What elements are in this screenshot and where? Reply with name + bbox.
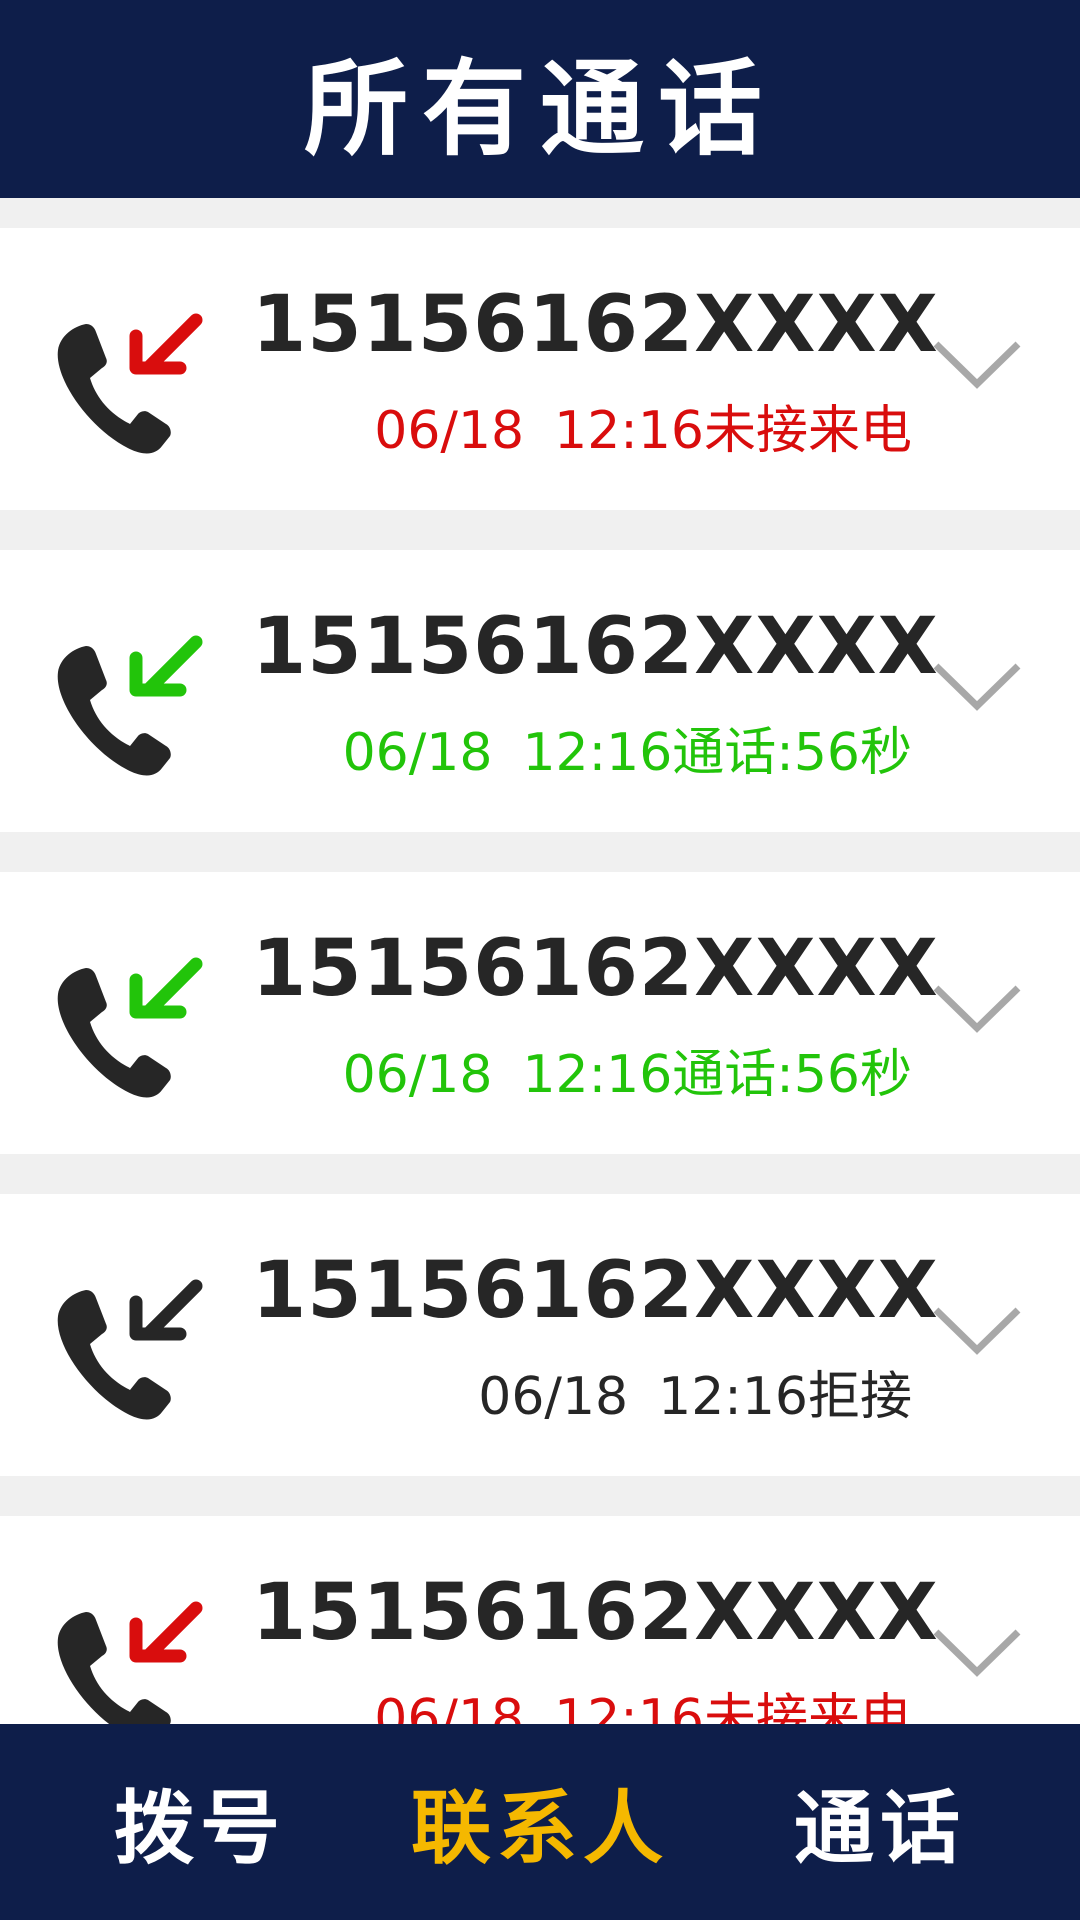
call-log-item[interactable]: 15156162XXXX 06/18 12:16拒接 [0,1194,1080,1476]
chevron-down-icon[interactable] [932,658,1022,718]
tab-dial[interactable]: 拨号 [80,1724,320,1920]
app-header: 所有通话 [0,0,1080,198]
phone-number: 15156162XXXX [252,924,939,1014]
call-details: 06/18 12:16通话:56秒 [343,710,912,785]
call-time: 12:16 [522,723,673,783]
call-log-list[interactable]: 15156162XXXX 06/18 12:16未接来电 15156162XXXX… [0,198,1080,1724]
call-log-item[interactable]: 15156162XXXX 06/18 12:16通话:56秒 [0,550,1080,832]
phone-number: 15156162XXXX [252,280,939,370]
call-date: 06/18 [374,1689,525,1724]
call-log-item[interactable]: 15156162XXXX 06/18 12:16未接来电 [0,228,1080,510]
phone-incoming-icon [57,1279,203,1420]
phone-number: 15156162XXXX [252,1568,939,1658]
chevron-down-icon[interactable] [932,1624,1022,1684]
incoming-call-arrow-icon [129,1279,203,1341]
phone-number: 15156162XXXX [252,602,939,692]
chevron-down-icon[interactable] [932,336,1022,396]
call-details: 06/18 12:16未接来电 [374,1676,912,1724]
call-date: 06/18 [478,1367,629,1427]
phone-incoming-icon [57,635,203,776]
call-details: 06/18 12:16拒接 [478,1354,912,1429]
incoming-call-arrow-icon [129,957,203,1019]
incoming-call-arrow-icon [129,635,203,697]
call-log-item[interactable]: 15156162XXXX 06/18 12:16通话:56秒 [0,872,1080,1154]
incoming-call-arrow-icon [129,1601,203,1663]
call-status: 通话:56秒 [672,1045,912,1105]
call-status: 拒接 [807,1367,912,1427]
tab-contacts[interactable]: 联系人 [400,1724,680,1920]
call-status: 通话:56秒 [672,723,912,783]
page-title: 所有通话 [303,47,776,170]
chevron-down-icon[interactable] [932,1302,1022,1362]
call-date: 06/18 [342,723,493,783]
call-time: 12:16 [522,1045,673,1105]
chevron-down-icon[interactable] [932,980,1022,1040]
phone-incoming-icon [57,957,203,1098]
call-status: 未接来电 [703,401,912,461]
incoming-call-arrow-icon [129,313,203,375]
call-time: 12:16 [658,1367,808,1427]
bottom-nav: 拨号 联系人 通话 [0,1724,1080,1920]
call-time: 12:16 [554,1689,704,1724]
phone-incoming-icon [57,313,203,454]
call-status: 未接来电 [703,1689,912,1724]
phone-number: 15156162XXXX [252,1246,939,1336]
call-details: 06/18 12:16未接来电 [374,388,912,463]
phone-incoming-icon [57,1601,203,1724]
call-details: 06/18 12:16通话:56秒 [343,1032,912,1107]
tab-calls[interactable]: 通话 [760,1724,1000,1920]
call-time: 12:16 [554,401,704,461]
call-date: 06/18 [374,401,525,461]
call-log-item[interactable]: 15156162XXXX 06/18 12:16未接来电 [0,1516,1080,1724]
call-date: 06/18 [342,1045,493,1105]
